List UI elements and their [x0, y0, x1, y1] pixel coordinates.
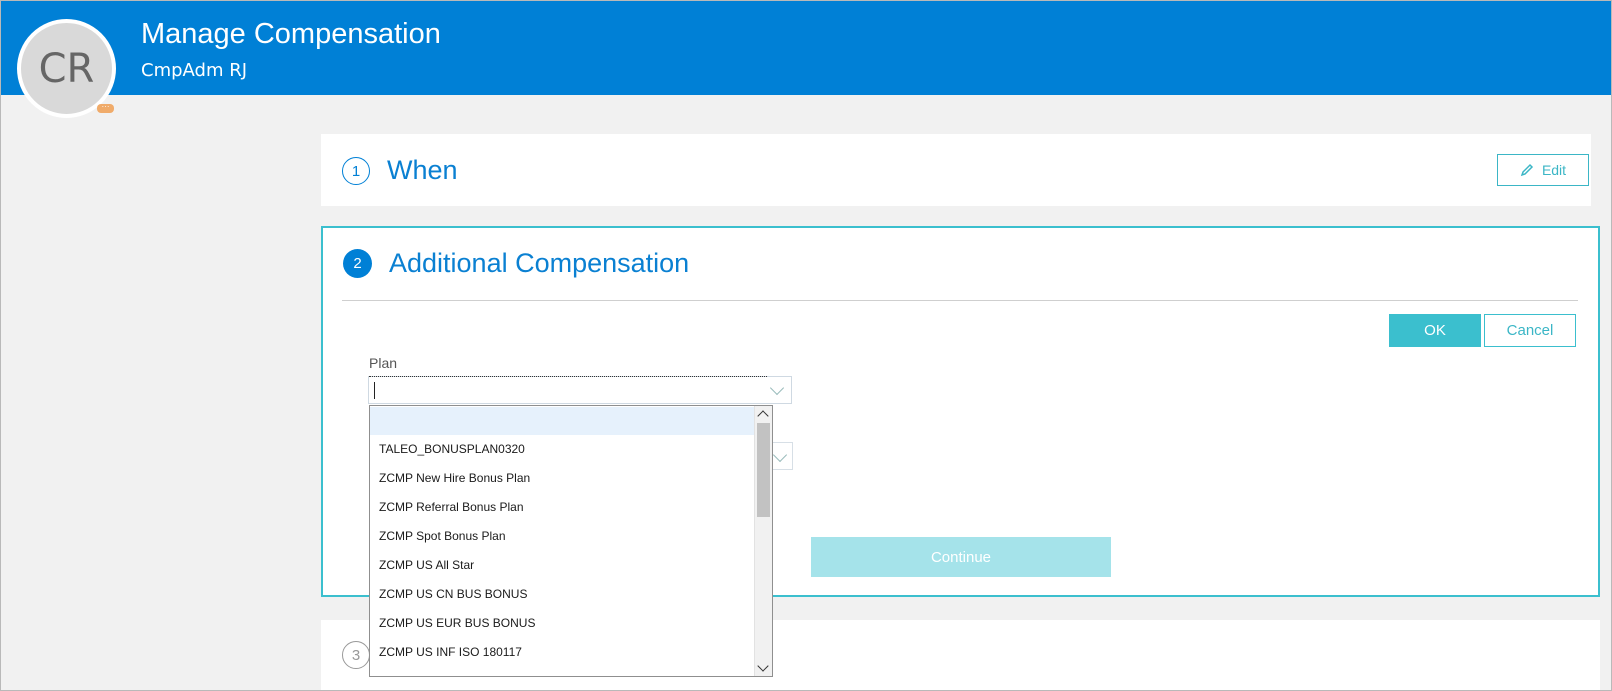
- plan-label: Plan: [369, 355, 398, 371]
- step-2-number: 2: [343, 249, 372, 278]
- step-3-number: 3: [342, 641, 370, 669]
- step-when-panel: [321, 134, 1591, 206]
- text-caret: [374, 382, 375, 399]
- scroll-up-icon[interactable]: [757, 410, 769, 422]
- plan-combobox[interactable]: [368, 376, 792, 404]
- plan-option[interactable]: [370, 407, 755, 435]
- plan-option[interactable]: ZCMP US All Star: [370, 551, 755, 580]
- scroll-down-icon[interactable]: [757, 660, 769, 672]
- cancel-button[interactable]: Cancel: [1484, 314, 1576, 347]
- ok-button[interactable]: OK: [1389, 314, 1481, 347]
- edit-button[interactable]: Edit: [1497, 154, 1589, 186]
- section-divider: [342, 300, 1578, 301]
- plan-option[interactable]: ZCMP US EUR BUS BONUS: [370, 609, 755, 638]
- plan-option[interactable]: ZCMP US CN BUS BONUS: [370, 580, 755, 609]
- edit-button-label: Edit: [1541, 162, 1567, 178]
- plan-option[interactable]: ZCMP Referral Bonus Plan: [370, 493, 755, 522]
- continue-button[interactable]: Continue: [811, 537, 1111, 577]
- plan-option[interactable]: ZCMP New Hire Bonus Plan: [370, 464, 755, 493]
- scrollbar-thumb[interactable]: [757, 423, 770, 517]
- plan-option[interactable]: TALEO_BONUSPLAN0320: [370, 435, 755, 464]
- avatar-initials: CR: [38, 45, 95, 92]
- step-1-number: 1: [342, 157, 370, 185]
- page-header: Manage Compensation CmpAdm RJ: [0, 0, 1612, 95]
- plan-option[interactable]: ZCMP US INF ISO Stock Opti...: [370, 667, 755, 676]
- step-1-title: When: [387, 155, 458, 185]
- pencil-icon: [1520, 163, 1533, 177]
- plan-option[interactable]: ZCMP Spot Bonus Plan: [370, 522, 755, 551]
- page-title: Manage Compensation: [141, 18, 441, 50]
- dropdown-scrollbar[interactable]: [754, 406, 772, 676]
- chevron-down-icon[interactable]: [769, 380, 785, 396]
- page-subtitle: CmpAdm RJ: [141, 60, 248, 81]
- avatar-status-badge: ···: [97, 103, 114, 113]
- plan-dropdown-list[interactable]: TALEO_BONUSPLAN0320 ZCMP New Hire Bonus …: [369, 405, 773, 677]
- plan-options: TALEO_BONUSPLAN0320 ZCMP New Hire Bonus …: [370, 406, 755, 676]
- focus-outline: [369, 376, 767, 377]
- chevron-down-icon: [772, 447, 788, 463]
- plan-option[interactable]: ZCMP US INF ISO 180117: [370, 638, 755, 667]
- step-2-title: Additional Compensation: [389, 248, 690, 278]
